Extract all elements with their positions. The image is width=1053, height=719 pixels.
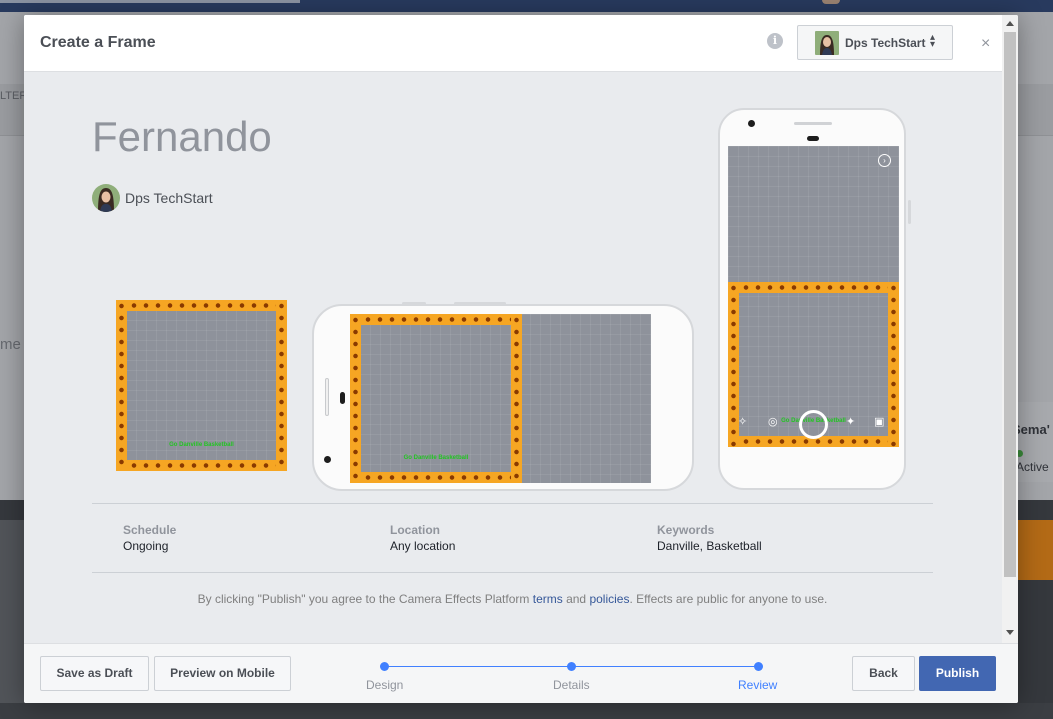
account-selector[interactable]: Dps TechStart ▴ ▾ <box>797 25 953 60</box>
background-avatar <box>822 0 840 4</box>
phone-sensor <box>340 392 345 404</box>
preview-mobile-button[interactable]: Preview on Mobile <box>154 656 291 691</box>
phone-speaker <box>794 122 832 125</box>
background-right-status-text: Active <box>1016 460 1049 474</box>
square-frame-preview: Go Danville Basketball <box>116 300 287 471</box>
keywords-label: Keywords <box>657 523 715 537</box>
effects-icon: ✦ <box>846 416 856 428</box>
frame-border-top <box>116 300 287 311</box>
divider <box>92 503 933 504</box>
phone-button <box>402 302 426 305</box>
disclaimer-text: By clicking "Publish" you agree to the C… <box>197 592 533 606</box>
frame-tagline: Go Danville Basketball <box>403 455 469 461</box>
sort-caret-icon: ▴ ▾ <box>930 32 936 50</box>
disclaimer-and: and <box>562 592 590 606</box>
scroll-up-arrow-icon[interactable] <box>1006 21 1014 26</box>
keywords-value: Danville, Basketball <box>657 539 762 553</box>
back-button[interactable]: Back <box>852 656 915 691</box>
page-avatar <box>815 31 839 55</box>
background-orange-thumbnail <box>1018 520 1053 580</box>
gallery-icon: ▣ <box>874 416 885 428</box>
location-label: Location <box>390 523 440 537</box>
frame-name: Fernando <box>92 113 272 160</box>
scroll-down-arrow-icon[interactable] <box>1006 630 1014 635</box>
phone-button <box>454 302 506 305</box>
frame-border-bottom <box>350 472 522 483</box>
dialog-footer: Save as Draft Preview on Mobile Design D… <box>24 643 1018 703</box>
publish-button[interactable]: Publish <box>919 656 996 691</box>
camera-switch-icon: › <box>878 154 891 167</box>
divider <box>92 572 933 573</box>
portrait-phone-screen: › Go Danville Basketball ✧ ◎ ✦ ▣ <box>728 146 899 447</box>
step-dot-review <box>754 662 763 671</box>
background-right-status: Active <box>1016 446 1053 474</box>
phone-button <box>908 200 911 224</box>
step-details[interactable]: Details <box>553 678 590 692</box>
background-bottom-strip <box>0 703 1053 719</box>
location-value: Any location <box>390 539 456 553</box>
landscape-phone-preview: Go Danville Basketball <box>312 302 694 491</box>
close-icon[interactable]: × <box>981 35 990 53</box>
publish-disclaimer: By clicking "Publish" you agree to the C… <box>92 592 933 606</box>
schedule-value: Ongoing <box>123 539 169 553</box>
step-dot-details <box>567 662 576 671</box>
phone-speaker <box>325 378 329 416</box>
info-icon[interactable]: i <box>767 33 783 49</box>
step-dot-design <box>380 662 389 671</box>
save-draft-button[interactable]: Save as Draft <box>40 656 149 691</box>
disclaimer-end: . Effects are public for anyone to use. <box>629 592 828 606</box>
landscape-phone-screen: Go Danville Basketball <box>350 314 651 483</box>
schedule-label: Schedule <box>123 523 177 537</box>
frame-border-top <box>728 282 899 293</box>
background-top-bar <box>0 0 1053 12</box>
terms-link[interactable]: terms <box>533 592 563 606</box>
owner-avatar <box>92 184 120 212</box>
policies-link[interactable]: policies <box>589 592 629 606</box>
dialog-title: Create a Frame <box>40 34 156 51</box>
frame-border-bottom <box>116 460 287 471</box>
phone-sensor <box>807 136 819 141</box>
scrollbar-thumb[interactable] <box>1004 32 1016 577</box>
phone-camera <box>324 456 331 463</box>
frame-border-top <box>350 314 522 325</box>
frame-overlay: Go Danville Basketball <box>350 314 522 483</box>
magic-wand-icon: ✧ <box>738 416 748 428</box>
owner-name: Dps TechStart <box>125 190 213 206</box>
dialog-header: Create a Frame i Dps TechStart ▴ ▾ × <box>24 15 1018 72</box>
create-frame-dialog: Create a Frame i Dps TechStart ▴ ▾ × Fern… <box>24 15 1018 703</box>
step-design[interactable]: Design <box>366 678 403 692</box>
step-review[interactable]: Review <box>738 678 777 692</box>
background-left-text: me <box>0 336 21 353</box>
background-tab-strip <box>0 0 300 3</box>
camera-icon: ◎ <box>768 416 778 428</box>
account-name: Dps TechStart <box>845 36 926 50</box>
phone-camera <box>748 120 755 127</box>
shutter-button <box>799 410 828 439</box>
owner-avatar-image <box>92 184 120 212</box>
portrait-phone-preview: › Go Danville Basketball ✧ ◎ ✦ ▣ <box>718 108 911 490</box>
frame-tagline: Go Danville Basketball <box>169 442 234 448</box>
